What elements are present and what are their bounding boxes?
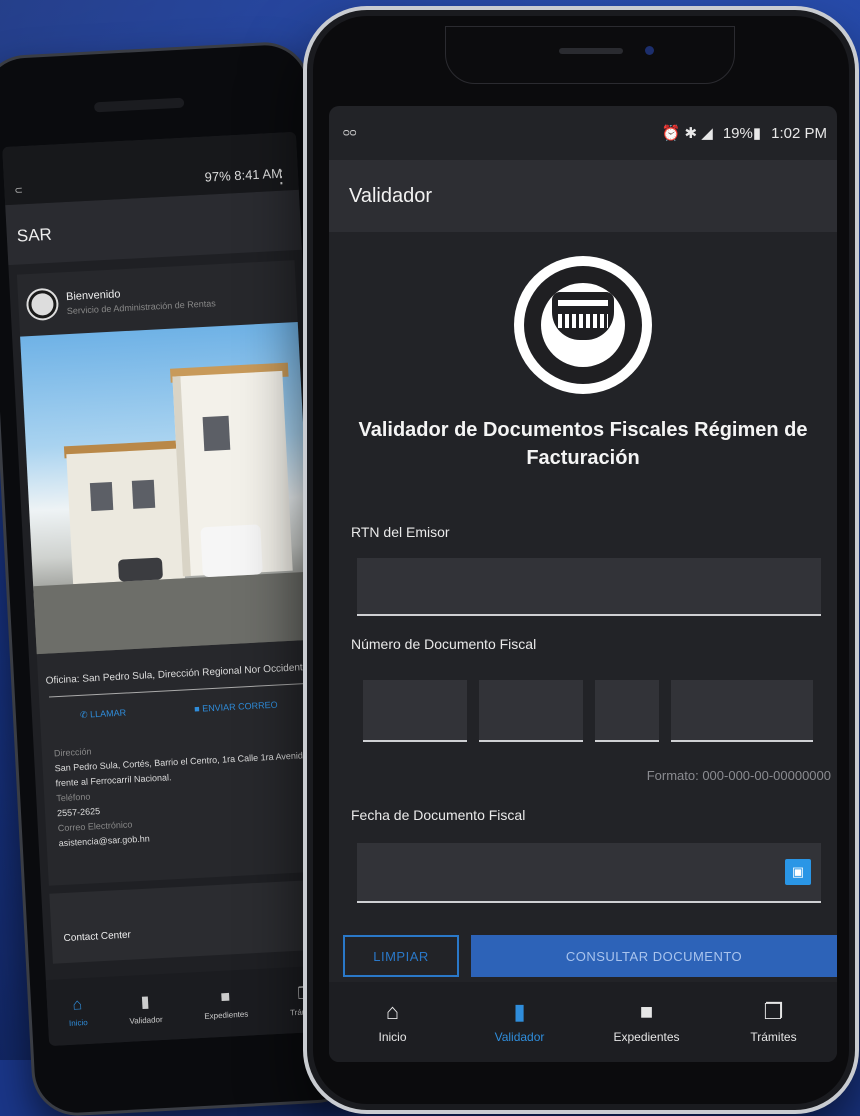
copy-icon: ❐ — [763, 999, 784, 1024]
form-title: Validador de Documentos Fiscales Régimen… — [358, 419, 808, 469]
nav-item-inicio[interactable]: ⌂ Inicio — [68, 996, 88, 1028]
bottom-navigation: ⌂Inicio ▮Validador ■Expedientes ❐Trámite… — [45, 964, 343, 1047]
seal-emblem — [552, 292, 614, 340]
nav-item-validador[interactable]: ▮ Validador — [128, 991, 163, 1026]
rtn-input[interactable] — [357, 558, 821, 616]
office-info: Dirección San Pedro Sula, Cortés, Barrio… — [41, 722, 325, 861]
office-card: Bienvenido Servicio de Administración de… — [16, 260, 327, 886]
battery-level: 97% — [204, 168, 232, 185]
nav-label: Validador — [129, 1014, 163, 1026]
date-input[interactable]: ▣ — [357, 843, 821, 903]
format-hint: Formato: 000-000-00-00000000 — [646, 768, 831, 783]
nav-label: Inicio — [378, 1030, 407, 1044]
email-label: ENVIAR CORREO — [201, 699, 278, 714]
contact-center-label: Contact Center — [63, 929, 132, 945]
rtn-label: RTN del Emisor — [351, 524, 450, 540]
car — [117, 557, 164, 582]
overflow-menu-icon[interactable]: ⋮ — [272, 166, 291, 188]
doc-number-label: Número de Documento Fiscal — [351, 636, 537, 652]
status-bar: ᴑᴑ ⏰ ✱ ◢ 19%▮ 1:02 PM — [329, 106, 837, 160]
document-icon: ▮ — [140, 993, 150, 1011]
document-icon: ▮ — [513, 999, 526, 1024]
parking-lot — [33, 570, 315, 655]
front-phone: ᴑᴑ ⏰ ✱ ◢ 19%▮ 1:02 PM Validador Validado… — [303, 6, 859, 1114]
voicemail-icon: ᴑᴑ — [343, 127, 357, 139]
folder-icon: ■ — [639, 999, 654, 1024]
speaker-grille — [93, 97, 185, 113]
nav-label: Expedientes — [613, 1030, 680, 1044]
nav-label: Expedientes — [204, 1009, 249, 1021]
bottom-navigation: ⌂ Inicio ▮ Validador ■ Expedientes ❐ Trá… — [329, 982, 837, 1062]
nav-item-expedientes[interactable]: ■ Expedientes — [592, 999, 702, 1045]
folder-icon: ■ — [220, 987, 231, 1006]
front-camera — [645, 46, 654, 55]
notch — [445, 26, 735, 84]
doc-number-part-4[interactable] — [671, 680, 813, 742]
nav-item-inicio[interactable]: ⌂ Inicio — [338, 999, 448, 1045]
query-document-button[interactable]: CONSULTAR DOCUMENTO — [471, 935, 837, 977]
window — [131, 479, 156, 509]
nav-label: Validador — [494, 1030, 545, 1044]
home-icon: ⌂ — [385, 999, 400, 1024]
call-button[interactable]: ✆ LLAMAR — [80, 708, 127, 721]
date-label: Fecha de Documento Fiscal — [351, 807, 526, 823]
nav-item-expedientes[interactable]: ■ Expedientes — [203, 987, 249, 1021]
battery-level: 19% — [722, 125, 753, 142]
window — [89, 481, 114, 512]
doc-number-part-1[interactable] — [363, 680, 467, 742]
page-title: Validador — [349, 184, 433, 207]
nav-label: Inicio — [68, 1017, 88, 1028]
office-photo — [20, 322, 315, 655]
calendar-icon[interactable]: ▣ — [785, 859, 811, 885]
front-phone-screen: ᴑᴑ ⏰ ✱ ◢ 19%▮ 1:02 PM Validador Validado… — [329, 106, 837, 1062]
sar-logo-icon — [27, 289, 58, 320]
app-toolbar: Validador — [329, 160, 837, 232]
window — [202, 415, 231, 452]
contact-center-card[interactable]: Contact Center — [49, 879, 331, 964]
van — [200, 524, 263, 578]
status-right: ⏰ ✱ ◢ 19%▮ 1:02 PM — [661, 124, 827, 143]
doc-number-part-2[interactable] — [479, 680, 583, 742]
call-label: LLAMAR — [89, 707, 127, 720]
validator-form: Validador de Documentos Fiscales Régimen… — [329, 256, 837, 977]
status-small-icon: ⊂ — [14, 185, 24, 197]
clock: 1:02 PM — [771, 124, 827, 142]
battery-icon: ▮ — [752, 125, 762, 142]
doc-number-part-3[interactable] — [595, 680, 659, 742]
nav-item-validador[interactable]: ▮ Validador — [465, 999, 575, 1045]
nav-label: Trámites — [750, 1030, 797, 1044]
nav-item-tramites[interactable]: ❐ Trámites — [719, 999, 829, 1045]
clear-button[interactable]: LIMPIAR — [343, 935, 459, 977]
form-actions: LIMPIAR CONSULTAR DOCUMENTO — [343, 935, 837, 977]
email-button[interactable]: ■ ENVIAR CORREO — [194, 700, 278, 715]
back-phone-screen: ⊂ 97% 8:41 AM ⋮ SAR Bienvenido Servicio … — [2, 131, 343, 1047]
alarm-bluetooth-signal-icons: ⏰ ✱ ◢ — [661, 125, 713, 142]
speaker-grille — [559, 48, 623, 54]
sar-seal-logo — [514, 256, 652, 394]
phone-icon: ✆ — [79, 709, 91, 720]
home-icon: ⌂ — [72, 995, 83, 1014]
doc-number-inputs — [363, 680, 825, 742]
